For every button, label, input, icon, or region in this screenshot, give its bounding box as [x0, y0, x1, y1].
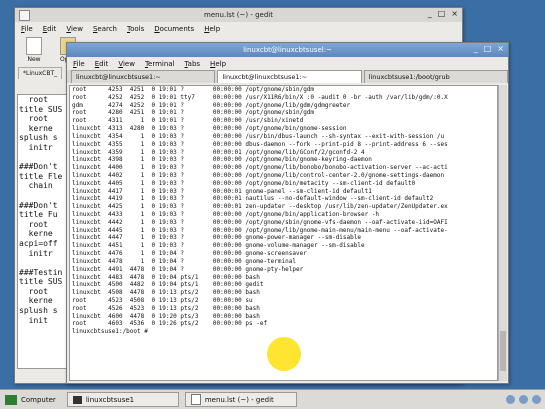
close-icon[interactable]: × — [497, 44, 504, 53]
gedit-menu-help[interactable]: Help — [204, 25, 220, 33]
taskbar: Computer linuxcbtsuse1 menu.lst (~) - ge… — [0, 389, 545, 409]
terminal-line: linuxcbt 4398 1 0 19:03 ? 00:00:00 /opt/… — [72, 156, 372, 164]
terminal-line: root 4523 4508 0 19:13 pts/2 00:00:00 su — [72, 296, 253, 304]
terminal-tab-3[interactable]: linuxcbtsuse1:/boot/grub — [363, 70, 508, 83]
terminal-tabbar: linuxcbt@linuxcbtsuse1:~ linuxcbt@linuxc… — [67, 70, 508, 83]
terminal-line: linuxcbt 4451 1 0 19:03 ? 00:00:00 gnome… — [72, 242, 365, 250]
terminal-menu-tabs[interactable]: Tabs — [185, 60, 201, 68]
terminal-line: linuxcbtsuse1:/boot # — [72, 328, 148, 336]
terminal-line: root 4253 4251 0 19:01 ? 00:00:00 /opt/g… — [72, 86, 315, 93]
computer-label: Computer — [21, 395, 56, 404]
new-button[interactable]: New — [21, 37, 47, 63]
terminal-line: linuxcbt 4445 1 0 19:03 ? 00:00:00 /opt/… — [72, 226, 448, 234]
terminal-line: linuxcbt 4478 1 0 19:04 ? 00:00:00 gnome… — [72, 257, 296, 265]
taskbar-item-gedit-label: menu.lst (~) - gedit — [204, 395, 274, 404]
gedit-menu-search[interactable]: Search — [93, 25, 117, 33]
terminal-title: linuxcbt@linuxcbtsusel:~ — [243, 46, 332, 54]
minimize-icon[interactable]: _ — [428, 9, 432, 18]
terminal-line: linuxcbt 4491 4478 0 19:04 ? 00:00:00 gn… — [72, 265, 304, 273]
terminal-line: root 4311 1 0 19:01 ? 00:00:00 /usr/sbin… — [72, 117, 304, 125]
terminal-line: linuxcbt 4359 1 0 19:03 ? 00:00:01 /opt/… — [72, 148, 365, 156]
terminal-line: gdm 4274 4252 0 19:01 ? 00:00:00 /opt/gn… — [72, 101, 351, 109]
taskbar-item-gedit[interactable]: menu.lst (~) - gedit — [184, 392, 297, 407]
gedit-title: menu.lst (~) - gedit — [204, 11, 273, 19]
computer-icon — [5, 394, 17, 405]
gedit-menu-documents[interactable]: Documents — [154, 25, 194, 33]
computer-menu-button[interactable]: Computer — [0, 393, 61, 406]
terminal-scrollbar[interactable] — [498, 85, 507, 381]
volume-icon[interactable] — [532, 395, 541, 404]
terminal-titlebar[interactable]: linuxcbt@linuxcbtsusel:~ _ □ × — [67, 43, 508, 57]
maximize-icon[interactable]: □ — [438, 9, 446, 18]
terminal-line: linuxcbt 4425 1 0 19:03 ? 00:00:01 zen-u… — [72, 203, 448, 211]
gedit-icon — [190, 394, 201, 405]
taskbar-item-terminal-label: linuxcbtsuse1 — [85, 395, 135, 404]
terminal-tab-1[interactable]: linuxcbt@linuxcbtsuse1:~ — [71, 70, 216, 83]
terminal-line: linuxcbt 4500 4482 0 19:04 pts/1 00:00:0… — [72, 281, 264, 289]
terminal-line: linuxcbt 4433 1 0 19:03 ? 00:00:00 /opt/… — [72, 211, 380, 218]
close-icon[interactable]: × — [451, 9, 458, 18]
gedit-document-tab[interactable]: *LinuxCBT_ — [18, 67, 63, 79]
taskbar-item-terminal[interactable]: linuxcbtsuse1 — [66, 392, 179, 407]
cursor-highlight — [267, 337, 301, 371]
terminal-tab-2[interactable]: linuxcbt@linuxcbtsuse1:~ — [217, 70, 362, 83]
terminal-line: root 4526 4523 0 19:13 pts/2 00:00:00 ba… — [72, 304, 260, 312]
maximize-icon[interactable]: □ — [484, 44, 492, 53]
terminal-line: linuxcbt 4400 1 0 19:03 ? 00:00:00 /opt/… — [72, 164, 448, 172]
terminal-line: linuxcbt 4313 4280 0 19:03 ? 00:00:00 /o… — [72, 125, 347, 133]
terminal-line: linuxcbt 4600 4478 0 19:20 pts/3 00:00:0… — [72, 312, 260, 320]
terminal-menu-edit[interactable]: Edit — [95, 60, 109, 68]
gedit-app-icon — [19, 10, 30, 21]
new-document-icon — [26, 37, 42, 55]
terminal-line: root 4280 4251 0 19:01 ? 00:00:00 /opt/g… — [72, 109, 315, 117]
terminal-window-controls: _ □ × — [474, 44, 504, 53]
update-icon[interactable] — [506, 395, 515, 404]
scrollbar-thumb[interactable] — [500, 331, 506, 371]
gedit-menu-tools[interactable]: Tools — [127, 25, 144, 33]
terminal-line: linuxcbt 4417 1 0 19:03 ? 00:00:01 gnome… — [72, 187, 372, 195]
terminal-line: linuxcbt 4442 1 0 19:03 ? 00:00:00 /opt/… — [72, 218, 448, 226]
gedit-titlebar[interactable]: menu.lst (~) - gedit _ □ × — [15, 8, 462, 22]
terminal-line: linuxcbt 4354 1 0 19:03 ? 00:00:00 /usr/… — [72, 132, 445, 140]
terminal-line: linuxcbt 4405 1 0 19:03 ? 00:00:00 /opt/… — [72, 179, 416, 187]
terminal-window: linuxcbt@linuxcbtsusel:~ _ □ × File Edit… — [66, 42, 509, 384]
terminal-menu-terminal[interactable]: Terminal — [145, 60, 175, 68]
terminal-line: linuxcbt 4447 1 0 19:03 ? 00:00:00 gnome… — [72, 234, 361, 242]
new-label: New — [27, 56, 41, 63]
terminal-line: root 4603 4536 0 19:26 pts/2 00:00:00 ps… — [72, 320, 268, 328]
terminal-menu-help[interactable]: Help — [210, 60, 226, 68]
terminal-line: linuxcbt 4402 1 0 19:03 ? 00:00:00 /opt/… — [72, 171, 445, 179]
terminal-icon — [72, 395, 82, 404]
terminal-menu-file[interactable]: File — [73, 60, 85, 68]
terminal-line: linuxcbt 4508 4478 0 19:13 pts/2 00:00:0… — [72, 289, 260, 297]
network-icon[interactable] — [519, 395, 528, 404]
system-tray — [506, 395, 545, 404]
gedit-menubar: File Edit View Search Tools Documents He… — [15, 22, 462, 35]
terminal-line: linuxcbt 4483 4478 0 19:04 pts/1 00:00:0… — [72, 273, 260, 281]
gedit-menu-view[interactable]: View — [66, 25, 83, 33]
gedit-menu-file[interactable]: File — [21, 25, 33, 33]
terminal-menubar: File Edit View Terminal Tabs Help — [67, 57, 508, 70]
terminal-line: linuxcbt 4355 1 0 19:03 ? 00:00:00 dbus-… — [72, 140, 448, 148]
terminal-line: linuxcbt 4419 1 0 19:03 ? 00:00:01 nauti… — [72, 195, 434, 203]
gedit-menu-edit[interactable]: Edit — [43, 25, 57, 33]
terminal-menu-view[interactable]: View — [118, 60, 135, 68]
terminal-line: root 4252 4252 0 19:01 tty7 00:00:00 /us… — [72, 93, 448, 101]
terminal-line: linuxcbt 4476 1 0 19:04 ? 00:00:00 gnome… — [72, 250, 307, 258]
gedit-window-controls: _ □ × — [428, 9, 458, 18]
minimize-icon[interactable]: _ — [474, 44, 478, 53]
